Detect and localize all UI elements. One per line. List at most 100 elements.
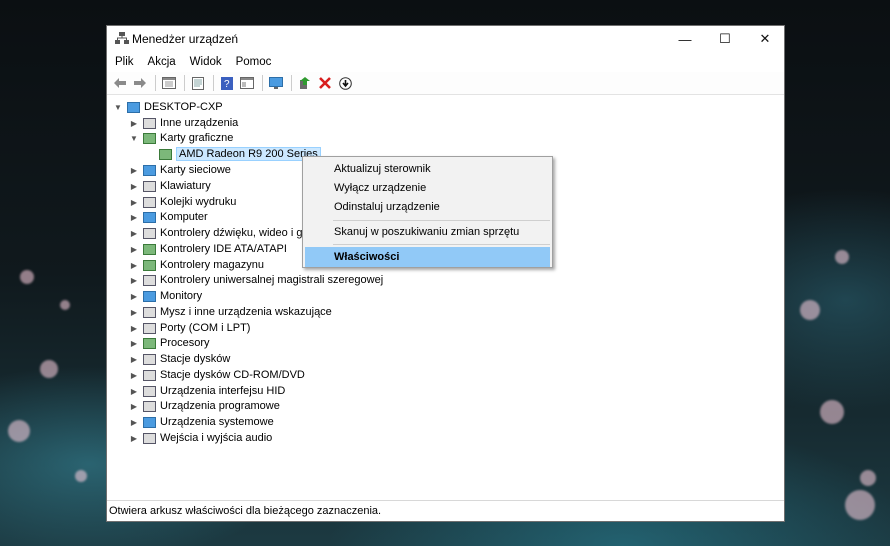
speaker-icon [143, 227, 156, 239]
tree-item-urzadzenia-programowe[interactable]: ▶ Urządzenia programowe [129, 398, 280, 414]
bokeh-light [8, 420, 30, 442]
maximize-button[interactable]: ☐ [705, 26, 745, 52]
help-icon[interactable]: ? [218, 74, 236, 92]
bokeh-light [75, 470, 87, 482]
menu-item-label: Aktualizuj sterownik [334, 163, 431, 175]
chevron-right-icon[interactable]: ▶ [129, 182, 139, 191]
menu-pomoc[interactable]: Pomoc [236, 56, 272, 68]
chevron-right-icon[interactable]: ▶ [129, 308, 139, 317]
tree-item-komputer[interactable]: ▶ Komputer [129, 209, 208, 225]
chevron-right-icon[interactable]: ▶ [129, 339, 139, 348]
tree-item-label: Urządzenia interfejsu HID [160, 385, 286, 397]
tree-item-label: Mysz i inne urządzenia wskazujące [160, 306, 332, 318]
tree-item-porty[interactable]: ▶ Porty (COM i LPT) [129, 320, 251, 336]
tree-item-label: Porty (COM i LPT) [160, 322, 251, 334]
tree-item-kontrolery-ide[interactable]: ▶ Kontrolery IDE ATA/ATAPI [129, 241, 287, 257]
menu-item-wlasciwosci[interactable]: Właściwości [305, 247, 550, 267]
chevron-right-icon[interactable]: ▶ [129, 276, 139, 285]
computer-icon [143, 211, 156, 223]
uninstall-icon[interactable] [316, 74, 334, 92]
title-bar[interactable]: Menedżer urządzeń — ☐ ✕ [107, 26, 784, 52]
menu-plik[interactable]: Plik [115, 56, 134, 68]
view-icon[interactable] [238, 74, 256, 92]
printer-icon [143, 196, 156, 208]
chevron-right-icon[interactable]: ▶ [129, 198, 139, 207]
tree-item-monitory[interactable]: ▶ Monitory [129, 288, 202, 304]
unknown-device-icon [143, 117, 156, 129]
audio-io-icon [143, 432, 156, 444]
tree-item-label: Klawiatury [160, 180, 211, 192]
bokeh-light [820, 400, 844, 424]
chevron-right-icon[interactable]: ▶ [129, 229, 139, 238]
tree-item-procesory[interactable]: ▶ Procesory [129, 335, 210, 351]
tree-item-label: Stacje dysków [160, 353, 231, 365]
device-manager-window: Menedżer urządzeń — ☐ ✕ Plik Akcja Widok… [106, 25, 785, 522]
tree-item-kolejki-wydruku[interactable]: ▶ Kolejki wydruku [129, 194, 237, 210]
chevron-right-icon[interactable]: ▶ [129, 292, 139, 301]
close-button[interactable]: ✕ [745, 26, 785, 52]
chevron-right-icon[interactable]: ▶ [129, 324, 139, 333]
bokeh-light [860, 470, 876, 486]
menu-item-skanuj-zmiany[interactable]: Skanuj w poszukiwaniu zmian sprzętu [305, 222, 550, 242]
update-driver-icon[interactable] [296, 74, 314, 92]
tree-item-karty-sieciowe[interactable]: ▶ Karty sieciowe [129, 162, 231, 178]
chevron-right-icon[interactable]: ▶ [129, 166, 139, 175]
bokeh-light [835, 250, 849, 264]
chevron-down-icon[interactable]: ▼ [129, 134, 139, 143]
back-arrow-icon[interactable] [111, 74, 129, 92]
chevron-right-icon[interactable]: ▶ [129, 434, 139, 443]
tree-item-karty-graficzne[interactable]: ▼ Karty graficzne [129, 130, 233, 146]
tree-item-inne-urzadzenia[interactable]: ▶ Inne urządzenia [129, 115, 238, 131]
menu-separator [333, 220, 550, 221]
menu-item-wylacz-urzadzenie[interactable]: Wyłącz urządzenie [305, 178, 550, 198]
chevron-right-icon[interactable]: ▶ [129, 402, 139, 411]
toolbar: ? [107, 72, 784, 95]
chevron-right-icon[interactable]: ▶ [129, 418, 139, 427]
tree-item-urzadzenia-hid[interactable]: ▶ Urządzenia interfejsu HID [129, 383, 285, 399]
software-device-icon [143, 400, 156, 412]
show-hide-tree-icon[interactable] [160, 74, 178, 92]
menu-widok[interactable]: Widok [190, 56, 222, 68]
menu-item-odinstaluj-urzadzenie[interactable]: Odinstaluj urządzenie [305, 197, 550, 217]
tree-root[interactable]: ▼ DESKTOP-CXP [113, 99, 223, 115]
bokeh-light [60, 300, 70, 310]
chevron-right-icon[interactable]: ▶ [129, 119, 139, 128]
tree-item-klawiatury[interactable]: ▶ Klawiatury [129, 178, 211, 194]
chevron-right-icon[interactable]: ▶ [129, 245, 139, 254]
status-text: Otwiera arkusz właściwości dla bieżącego… [109, 505, 382, 517]
tree-item-amd-radeon[interactable]: AMD Radeon R9 200 Series [159, 146, 321, 162]
tree-item-kontrolery-magazynu[interactable]: ▶ Kontrolery magazynu [129, 257, 264, 273]
bokeh-light [40, 360, 58, 378]
tree-item-mysz[interactable]: ▶ Mysz i inne urządzenia wskazujące [129, 304, 332, 320]
disable-device-icon[interactable] [336, 74, 354, 92]
menu-item-aktualizuj-sterownik[interactable]: Aktualizuj sterownik [305, 159, 550, 179]
tree-item-label: Stacje dysków CD-ROM/DVD [160, 369, 305, 381]
chevron-right-icon[interactable]: ▶ [129, 261, 139, 270]
minimize-button[interactable]: — [665, 26, 705, 52]
properties-icon[interactable] [189, 74, 207, 92]
menu-akcja[interactable]: Akcja [148, 56, 176, 68]
tree-item-kontrolery-dzwieku[interactable]: ▶ Kontrolery dźwięku, wideo i gier [129, 225, 315, 241]
scan-monitor-icon[interactable] [267, 74, 285, 92]
tree-item-label: Kontrolery uniwersalnej magistrali szere… [160, 274, 384, 286]
context-menu: Aktualizuj sterownik Wyłącz urządzenie O… [302, 156, 553, 268]
tree-item-kontrolery-usb[interactable]: ▶ Kontrolery uniwersalnej magistrali sze… [129, 272, 383, 288]
tree-item-label: Procesory [160, 337, 210, 349]
chevron-down-icon[interactable]: ▼ [113, 103, 123, 112]
monitor-icon [143, 290, 156, 302]
chevron-right-icon[interactable]: ▶ [129, 371, 139, 380]
cd-rom-icon [143, 369, 156, 381]
tree-item-stacje-dyskow[interactable]: ▶ Stacje dysków [129, 351, 230, 367]
chevron-right-icon[interactable]: ▶ [129, 213, 139, 222]
processor-icon [143, 337, 156, 349]
chevron-right-icon[interactable]: ▶ [129, 355, 139, 364]
tree-item-stacje-cdrom[interactable]: ▶ Stacje dysków CD-ROM/DVD [129, 367, 305, 383]
tree-item-wejscia-wyjscia-audio[interactable]: ▶ Wejścia i wyjścia audio [129, 430, 272, 446]
usb-icon [143, 274, 156, 286]
forward-arrow-icon[interactable] [131, 74, 149, 92]
tree-item-label: Urządzenia systemowe [160, 416, 274, 428]
tree-item-urzadzenia-systemowe[interactable]: ▶ Urządzenia systemowe [129, 414, 274, 430]
tree-item-label: Kontrolery magazynu [160, 259, 264, 271]
toolbar-separator [291, 75, 292, 91]
chevron-right-icon[interactable]: ▶ [129, 387, 139, 396]
